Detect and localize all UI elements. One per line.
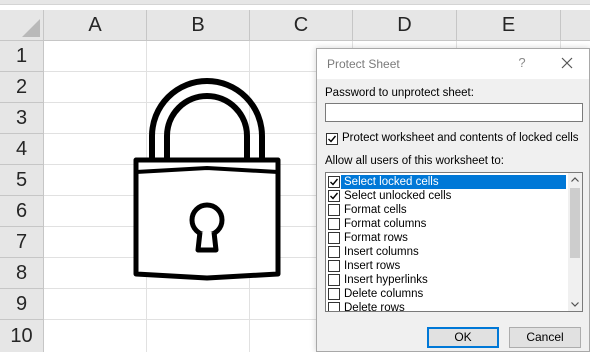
column-header-a[interactable]: A	[44, 10, 147, 40]
list-item[interactable]: Format rows	[326, 231, 566, 245]
dialog-titlebar[interactable]: Protect Sheet ?	[317, 49, 589, 79]
column-header-f[interactable]	[561, 10, 590, 40]
help-button[interactable]: ?	[515, 55, 529, 70]
list-item[interactable]: Delete columns	[326, 287, 566, 301]
row-header-5[interactable]: 5	[0, 165, 44, 196]
chevron-down-icon[interactable]	[568, 297, 582, 311]
list-item[interactable]: Format cells	[326, 203, 566, 217]
row-header-4[interactable]: 4	[0, 134, 44, 165]
ribbon-edge	[0, 0, 590, 5]
permission-label: Select unlocked cells	[344, 190, 452, 202]
row-header-2[interactable]: 2	[0, 72, 44, 103]
permission-checkbox[interactable]	[328, 274, 340, 286]
permission-checkbox[interactable]	[328, 288, 340, 300]
permission-label: Insert rows	[344, 260, 401, 272]
protect-worksheet-checkbox[interactable]	[326, 133, 338, 145]
allow-users-label: Allow all users of this worksheet to:	[325, 155, 504, 167]
permission-label: Insert hyperlinks	[344, 274, 428, 286]
row-header-8[interactable]: 8	[0, 258, 44, 289]
permission-label: Format columns	[344, 218, 427, 230]
list-item[interactable]: Insert hyperlinks	[326, 273, 566, 287]
permission-label: Insert columns	[344, 246, 419, 258]
list-item[interactable]: Insert rows	[326, 259, 566, 273]
list-item[interactable]: Select locked cells	[326, 175, 566, 189]
row-header-6[interactable]: 6	[0, 196, 44, 227]
permission-checkbox[interactable]	[328, 218, 340, 230]
list-item[interactable]: Select unlocked cells	[326, 189, 566, 203]
column-header-c[interactable]: C	[250, 10, 353, 40]
column-header-b[interactable]: B	[147, 10, 250, 40]
permission-checkbox[interactable]	[328, 176, 340, 188]
scroll-thumb[interactable]	[570, 188, 580, 258]
password-label: Password to unprotect sheet:	[325, 87, 474, 99]
permission-label: Format cells	[344, 204, 407, 216]
permission-checkbox[interactable]	[328, 260, 340, 272]
permission-label: Select locked cells	[344, 176, 439, 188]
permission-label: Delete columns	[344, 288, 424, 300]
row-header-10[interactable]: 10	[0, 320, 44, 352]
listbox-scrollbar[interactable]	[568, 173, 582, 311]
chevron-up-icon[interactable]	[568, 173, 582, 187]
row-header-3[interactable]: 3	[0, 103, 44, 134]
list-item[interactable]: Format columns	[326, 217, 566, 231]
row-header-9[interactable]: 9	[0, 289, 44, 320]
row-header-1[interactable]: 1	[0, 41, 44, 72]
permission-label: Format rows	[344, 232, 408, 244]
padlock-icon[interactable]	[132, 78, 282, 286]
password-label-text: Password to unprotect sheet:	[325, 87, 474, 99]
column-header-e[interactable]: E	[457, 10, 561, 40]
column-header-row: A B C D E	[44, 10, 590, 41]
list-item[interactable]: Insert columns	[326, 245, 566, 259]
close-icon[interactable]	[559, 55, 575, 71]
permission-checkbox[interactable]	[328, 190, 340, 202]
permission-label: Delete rows	[344, 302, 405, 312]
row-header-7[interactable]: 7	[0, 227, 44, 258]
cancel-button[interactable]: Cancel	[509, 327, 581, 348]
permission-checkbox[interactable]	[328, 232, 340, 244]
select-all-triangle-icon	[22, 19, 40, 37]
permission-checkbox[interactable]	[328, 204, 340, 216]
protect-sheet-dialog: Protect Sheet ? Password to unprotect sh…	[316, 48, 590, 352]
permission-checkbox[interactable]	[328, 246, 340, 258]
permissions-listbox[interactable]: Select locked cells Select unlocked cell…	[325, 172, 583, 312]
ok-button[interactable]: OK	[427, 327, 499, 348]
protect-worksheet-label: Protect worksheet and contents of locked…	[342, 132, 579, 144]
password-input[interactable]	[325, 103, 583, 122]
dialog-title: Protect Sheet	[327, 57, 400, 71]
select-all-corner[interactable]	[0, 10, 44, 41]
column-header-d[interactable]: D	[353, 10, 457, 40]
permission-checkbox[interactable]	[328, 302, 340, 311]
list-item[interactable]: Delete rows	[326, 301, 566, 312]
